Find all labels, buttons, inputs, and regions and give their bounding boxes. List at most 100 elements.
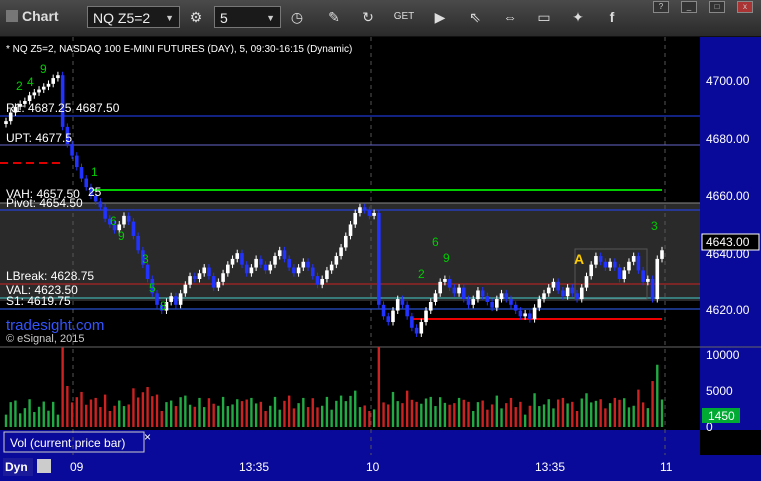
volume-bar: [254, 403, 258, 427]
volume-bar: [269, 405, 272, 427]
volume-bar: [368, 411, 371, 427]
volume-bar: [547, 399, 550, 427]
volume-bar: [556, 399, 560, 427]
volume-bar: [221, 396, 225, 427]
candle-body: [306, 261, 310, 268]
volume-bar: [363, 405, 366, 427]
volume-bar: [70, 402, 74, 427]
volume-bar: [28, 399, 31, 427]
candle-body: [136, 235, 140, 251]
candle-body: [282, 250, 287, 259]
candle-body: [480, 290, 485, 297]
volume-bar: [623, 398, 626, 427]
cursor-icon[interactable]: ⇖: [463, 6, 487, 28]
volume-bar: [160, 411, 163, 427]
volume-bar: [335, 400, 338, 427]
candle-body: [608, 261, 612, 268]
candle-body: [325, 270, 329, 279]
volume-bar: [217, 405, 220, 427]
get-data-icon[interactable]: GET: [392, 6, 416, 28]
chart-window-title: Chart: [6, 8, 59, 24]
symbol-dropdown-icon[interactable]: ▼: [165, 7, 174, 29]
interval-dropdown-icon[interactable]: ▼: [266, 7, 275, 29]
level-label-upt: UPT: 4677.5: [6, 131, 72, 145]
price-tick-label: 4700.00: [706, 74, 750, 88]
candle-body: [499, 293, 504, 300]
volume-bar: [311, 398, 314, 427]
volume-bar: [585, 393, 588, 427]
volume-bar: [594, 400, 598, 427]
volume-bar: [212, 403, 215, 427]
candle-body: [598, 256, 603, 262]
maximize-button[interactable]: □: [709, 1, 725, 13]
volume-bar: [490, 404, 494, 427]
candle-body: [622, 270, 627, 279]
volume-bar: [514, 407, 517, 427]
time-tick-label: 13:35: [239, 460, 269, 474]
draw-pencil-icon[interactable]: ✎: [322, 6, 346, 28]
candle-body: [122, 215, 126, 225]
volume-bar: [89, 399, 93, 427]
close-study-icon[interactable]: ×: [144, 430, 151, 444]
volume-bar: [302, 397, 305, 427]
candle-body: [490, 301, 494, 308]
minimize-button[interactable]: _: [681, 1, 697, 13]
volume-bar: [33, 412, 36, 427]
interval-value: 5: [220, 10, 228, 26]
volume-bar: [250, 397, 253, 427]
candle-body: [277, 250, 282, 257]
candle-body: [518, 310, 523, 317]
candle-body: [254, 258, 258, 268]
close-window-button[interactable]: x: [737, 1, 753, 13]
volume-bar: [146, 387, 149, 427]
volume-bar: [618, 399, 621, 427]
time-tick-label: 13:35: [535, 460, 565, 474]
candle-body: [542, 293, 546, 300]
chart-window-icon: [6, 10, 18, 22]
link-icon[interactable]: ⇔: [498, 6, 522, 28]
volume-bar: [75, 397, 78, 427]
facebook-icon[interactable]: f: [600, 6, 624, 28]
candle-body: [301, 261, 306, 268]
volume-bar: [56, 414, 60, 427]
candle-body: [589, 264, 594, 277]
time-icon[interactable]: ◷: [285, 6, 309, 28]
volume-bar: [420, 403, 423, 427]
volume-bar: [4, 414, 8, 427]
candle-body: [235, 253, 240, 259]
comment-icon[interactable]: ▭: [532, 6, 556, 28]
lock-icon[interactable]: [37, 459, 51, 473]
current-volume-label: 1450: [708, 409, 735, 423]
candle-body: [561, 290, 565, 297]
candle-body: [268, 264, 273, 271]
candle-body: [485, 296, 490, 302]
volume-bar: [330, 409, 333, 427]
candle-body: [240, 253, 244, 265]
symbol-input[interactable]: NQ Z5=2 ▼: [87, 6, 180, 28]
candle-body: [353, 212, 358, 225]
volume-bar: [179, 397, 182, 427]
price-chart[interactable]: 9 2 4 1 6 9 3 5 8 6 9 2 3 A * NQ Z5=2, N…: [0, 37, 761, 481]
play-icon[interactable]: ▶: [428, 6, 452, 28]
candle-body: [188, 276, 192, 285]
candle-body: [183, 284, 188, 294]
volume-bar: [113, 405, 116, 427]
volume-bar: [632, 405, 635, 427]
dynamic-mode-label[interactable]: Dyn: [5, 460, 28, 474]
twitter-icon[interactable]: ✦: [566, 6, 590, 28]
volume-bar: [528, 405, 532, 427]
volume-bar: [405, 390, 409, 427]
help-button[interactable]: ?: [653, 1, 669, 13]
refresh-icon[interactable]: ↻: [356, 6, 380, 28]
volume-bar: [14, 400, 17, 427]
volume-bar: [580, 398, 583, 427]
candle-body: [339, 247, 343, 257]
interval-input[interactable]: 5 ▼: [214, 6, 281, 28]
candle-body: [377, 212, 381, 305]
volume-study-label[interactable]: Vol (current price bar): [10, 436, 125, 450]
volume-bar: [165, 402, 168, 427]
time-tick-label: 10: [366, 460, 380, 474]
candle-body: [126, 215, 131, 222]
symbol-settings-icon[interactable]: ⚙: [184, 6, 208, 28]
volume-bar: [637, 389, 640, 427]
